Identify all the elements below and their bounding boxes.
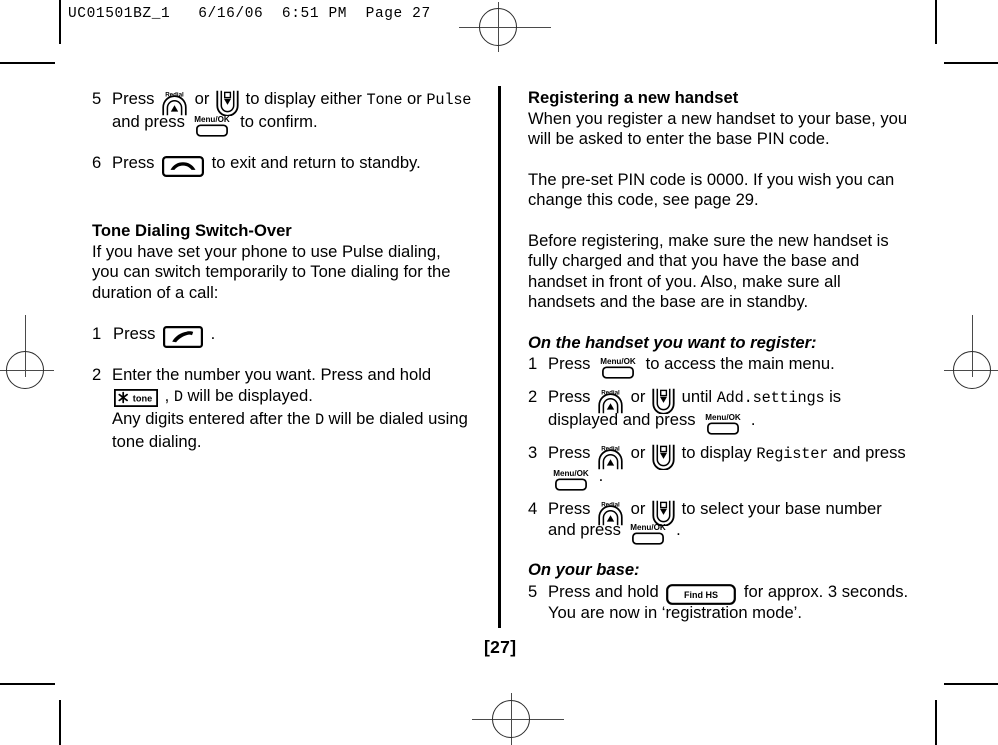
step-item: 5 Press and hold Find HS for approx. 3 s…: [528, 581, 910, 623]
section-heading-tone-dialing: Tone Dialing Switch-Over: [92, 221, 292, 240]
lcd-display-text: Tone: [366, 91, 403, 109]
step-text: Press to exit and return to standby.: [112, 152, 472, 177]
menu-ok-key-icon: Menu/OK: [191, 114, 233, 137]
menu-ok-key-icon: Menu/OK: [627, 522, 669, 545]
section-intro-paragraph: If you have set your phone to use Pulse …: [92, 241, 451, 302]
step-number: 6: [92, 153, 102, 172]
step-text: Enter the number you want. Press and hol…: [112, 365, 468, 451]
step-number: 1: [528, 354, 538, 373]
subheading-on-the-handset: On the handset you want to register:: [528, 332, 817, 352]
star-tone-key-icon: tone: [114, 389, 158, 408]
svg-text:tone: tone: [133, 394, 152, 404]
redial-up-key-icon: Redial: [597, 444, 624, 470]
svg-text:Menu/OK: Menu/OK: [195, 115, 231, 124]
down-arrow-key-icon: [216, 90, 239, 117]
subheading-on-your-base: On your base:: [528, 560, 640, 580]
redial-up-key-icon: Redial: [597, 388, 624, 414]
lcd-display-text: Pulse: [426, 91, 472, 109]
step-item: 2 Press Redial or until Add.settings is …: [528, 386, 910, 435]
svg-text:Find HS: Find HS: [684, 590, 718, 600]
step-text: Press Redial or to display Register and …: [548, 442, 910, 491]
redial-up-key-icon: Redial: [161, 90, 188, 116]
step-text: Press Redial or to select your base numb…: [548, 498, 910, 545]
step-item: 2 Enter the number you want. Press and h…: [92, 364, 472, 452]
step-text: Press Redial or to display either Tone o…: [112, 88, 472, 137]
step-number: 2: [528, 387, 538, 406]
step-number: 5: [528, 581, 538, 601]
hangup-phone-key-icon: [162, 155, 205, 177]
paragraph: Before registering, make sure the new ha…: [528, 230, 889, 312]
page-folio-number: [27]: [484, 637, 517, 657]
svg-text:Menu/OK: Menu/OK: [553, 469, 589, 478]
step-text: Press Menu/OK to access the main menu.: [548, 353, 910, 379]
talk-phone-key-icon: [163, 326, 204, 349]
step-number: 5: [92, 89, 102, 108]
paragraph: When you register a new handset to your …: [528, 108, 908, 149]
step-number: 1: [92, 324, 102, 343]
find-hs-key-icon: Find HS: [666, 584, 737, 606]
down-arrow-key-icon: [652, 444, 675, 471]
step-text: Press and hold Find HS for approx. 3 sec…: [548, 581, 909, 622]
lcd-display-text: Add.settings: [716, 389, 825, 407]
svg-text:Menu/OK: Menu/OK: [600, 357, 636, 366]
step-number: 4: [528, 499, 538, 518]
right-column: Registering a new handset When you regis…: [528, 88, 910, 623]
menu-ok-key-icon: Menu/OK: [702, 412, 744, 435]
paragraph: The pre-set PIN code is 0000. If you wis…: [528, 169, 895, 210]
left-column: 5 Press Redial or to display either Tone…: [92, 88, 472, 452]
step-item: 1 Press Menu/OK to access the main menu.: [528, 353, 910, 379]
menu-ok-key-icon: Menu/OK: [597, 356, 639, 379]
step-item: 1 Press .: [92, 323, 472, 349]
step-text: Press Redial or until Add.settings is di…: [548, 386, 910, 435]
svg-text:Menu/OK: Menu/OK: [705, 413, 741, 422]
column-divider-rule: [498, 86, 501, 628]
down-arrow-key-icon: [652, 388, 675, 415]
redial-up-key-icon: Redial: [597, 500, 624, 526]
lcd-display-text: D: [173, 388, 183, 406]
step-text: Press .: [113, 323, 472, 349]
lcd-display-text: Register: [756, 445, 829, 463]
step-item: 6 Press to exit and return to standby.: [92, 152, 472, 177]
step-item: 5 Press Redial or to display either Tone…: [92, 88, 472, 137]
menu-ok-key-icon: Menu/OK: [550, 468, 592, 491]
step-number: 3: [528, 443, 538, 462]
lcd-display-text: D: [314, 411, 324, 429]
manual-page: 5 Press Redial or to display either Tone…: [0, 0, 998, 745]
step-item: 4 Press Redial or to select your base nu…: [528, 498, 910, 545]
section-heading-registering: Registering a new handset: [528, 88, 739, 107]
svg-text:Menu/OK: Menu/OK: [631, 523, 667, 532]
step-item: 3 Press Redial or to display Register an…: [528, 442, 910, 491]
step-number: 2: [92, 365, 102, 384]
